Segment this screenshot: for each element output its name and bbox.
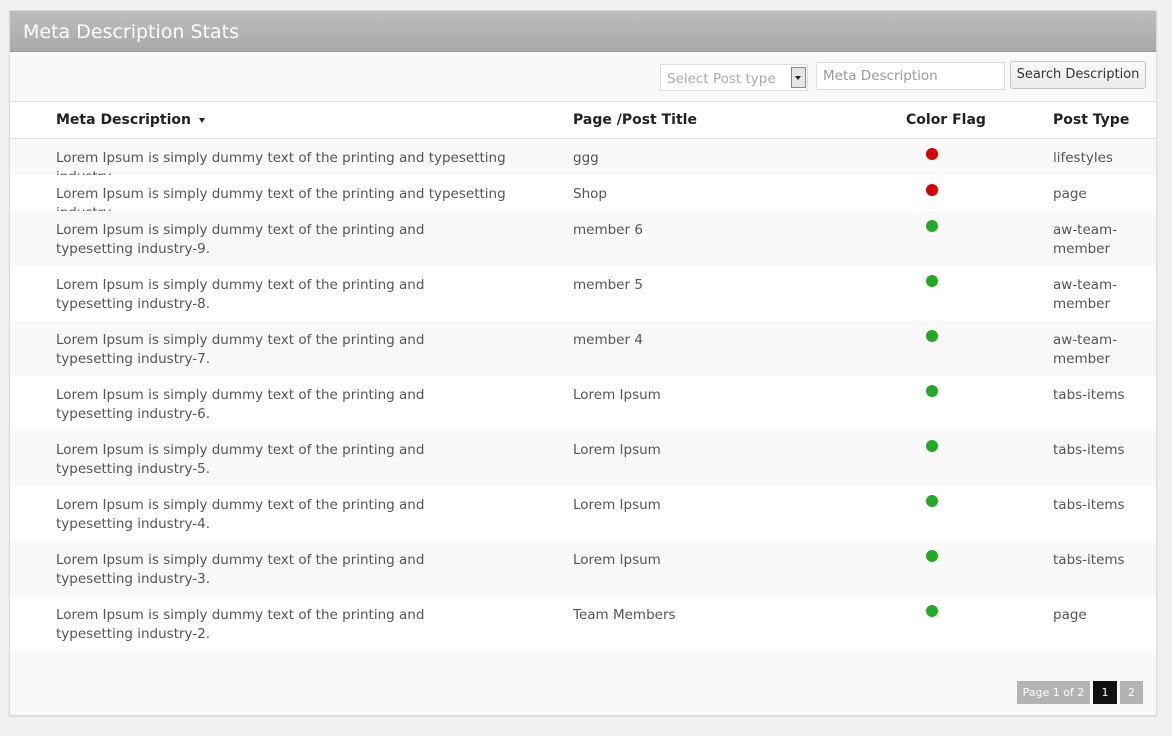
post-title-cell: Lorem Ipsum [573,387,661,403]
color-flag-dot-icon [926,385,938,397]
table-row: Lorem Ipsum is simply dummy text of the … [10,541,1156,596]
table-body: Lorem Ipsum is simply dummy text of the … [10,139,1156,651]
column-header-page-post-title: Page /Post Title [573,112,697,128]
search-description-button[interactable]: Search Description [1010,61,1146,89]
column-header-label: Meta Description [56,112,191,128]
post-title-cell: Lorem Ipsum [573,442,661,458]
meta-description-cell: Lorem Ipsum is simply dummy text of the … [56,442,425,477]
meta-description-cell: Lorem Ipsum is simply dummy text of the … [56,277,425,312]
meta-description-cell: Lorem Ipsum is simply dummy text of the … [56,222,425,257]
table-row: Lorem Ipsum is simply dummy text of the … [10,175,1156,221]
pagination-page-2[interactable]: 2 [1120,681,1143,704]
meta-description-table: Meta Description Page /Post Title Color … [10,101,1156,651]
filter-toolbar: Select Post type Search Description [10,52,1156,102]
post-title-cell: Team Members [573,607,676,623]
post-title-cell: member 4 [573,332,643,348]
pagination-page-1[interactable]: 1 [1093,681,1117,704]
sort-desc-icon[interactable] [199,117,205,123]
table-row: Lorem Ipsum is simply dummy text of the … [10,321,1156,376]
column-header-color-flag: Color Flag [906,112,986,128]
post-title-cell: Shop [573,186,607,202]
table-row: Lorem Ipsum is simply dummy text of the … [10,211,1156,266]
meta-description-cell: Lorem Ipsum is simply dummy text of the … [56,497,425,532]
table-row: Lorem Ipsum is simply dummy text of the … [10,486,1156,541]
color-flag-dot-icon [926,184,938,196]
table-row: Lorem Ipsum is simply dummy text of the … [10,431,1156,486]
meta-description-cell: Lorem Ipsum is simply dummy text of the … [56,332,425,367]
column-header-meta-description[interactable]: Meta Description [56,112,205,128]
color-flag-dot-icon [926,148,938,160]
post-title-cell: member 5 [573,277,643,293]
panel-title: Meta Description Stats [23,21,239,43]
table-row: Lorem Ipsum is simply dummy text of the … [10,139,1156,185]
post-type-cell: lifestyles [1053,150,1113,166]
post-type-cell: page [1053,607,1087,623]
table-row: Lorem Ipsum is simply dummy text of the … [10,376,1156,431]
post-type-cell: aw-team-member [1053,332,1118,367]
post-type-cell: tabs-items [1053,387,1125,403]
post-type-select-label: Select Post type [667,71,776,87]
post-title-cell: Lorem Ipsum [573,552,661,568]
post-type-cell: tabs-items [1053,442,1125,458]
post-title-cell: ggg [573,150,599,166]
color-flag-dot-icon [926,440,938,452]
meta-description-cell: Lorem Ipsum is simply dummy text of the … [56,552,425,587]
post-type-cell: aw-team-member [1053,277,1118,312]
meta-description-stats-panel: Meta Description Stats Select Post type … [9,10,1157,716]
color-flag-dot-icon [926,275,938,287]
column-header-post-type: Post Type [1053,112,1130,128]
color-flag-dot-icon [926,495,938,507]
panel-header: Meta Description Stats [10,11,1156,52]
pagination-info: Page 1 of 2 [1017,681,1090,704]
dropdown-arrow-icon[interactable] [791,67,806,88]
post-type-cell: aw-team-member [1053,222,1118,257]
post-title-cell: member 6 [573,222,643,238]
table-row: Lorem Ipsum is simply dummy text of the … [10,596,1156,651]
meta-description-cell: Lorem Ipsum is simply dummy text of the … [56,387,425,422]
post-type-cell: tabs-items [1053,552,1125,568]
color-flag-dot-icon [926,220,938,232]
post-type-cell: tabs-items [1053,497,1125,513]
color-flag-dot-icon [926,605,938,617]
post-type-select[interactable]: Select Post type [660,64,808,91]
post-title-cell: Lorem Ipsum [573,497,661,513]
meta-description-cell: Lorem Ipsum is simply dummy text of the … [56,607,425,642]
meta-description-search-input[interactable] [816,62,1005,90]
color-flag-dot-icon [926,550,938,562]
color-flag-dot-icon [926,330,938,342]
table-header: Meta Description Page /Post Title Color … [10,101,1156,139]
table-row: Lorem Ipsum is simply dummy text of the … [10,266,1156,321]
post-type-cell: page [1053,186,1087,202]
